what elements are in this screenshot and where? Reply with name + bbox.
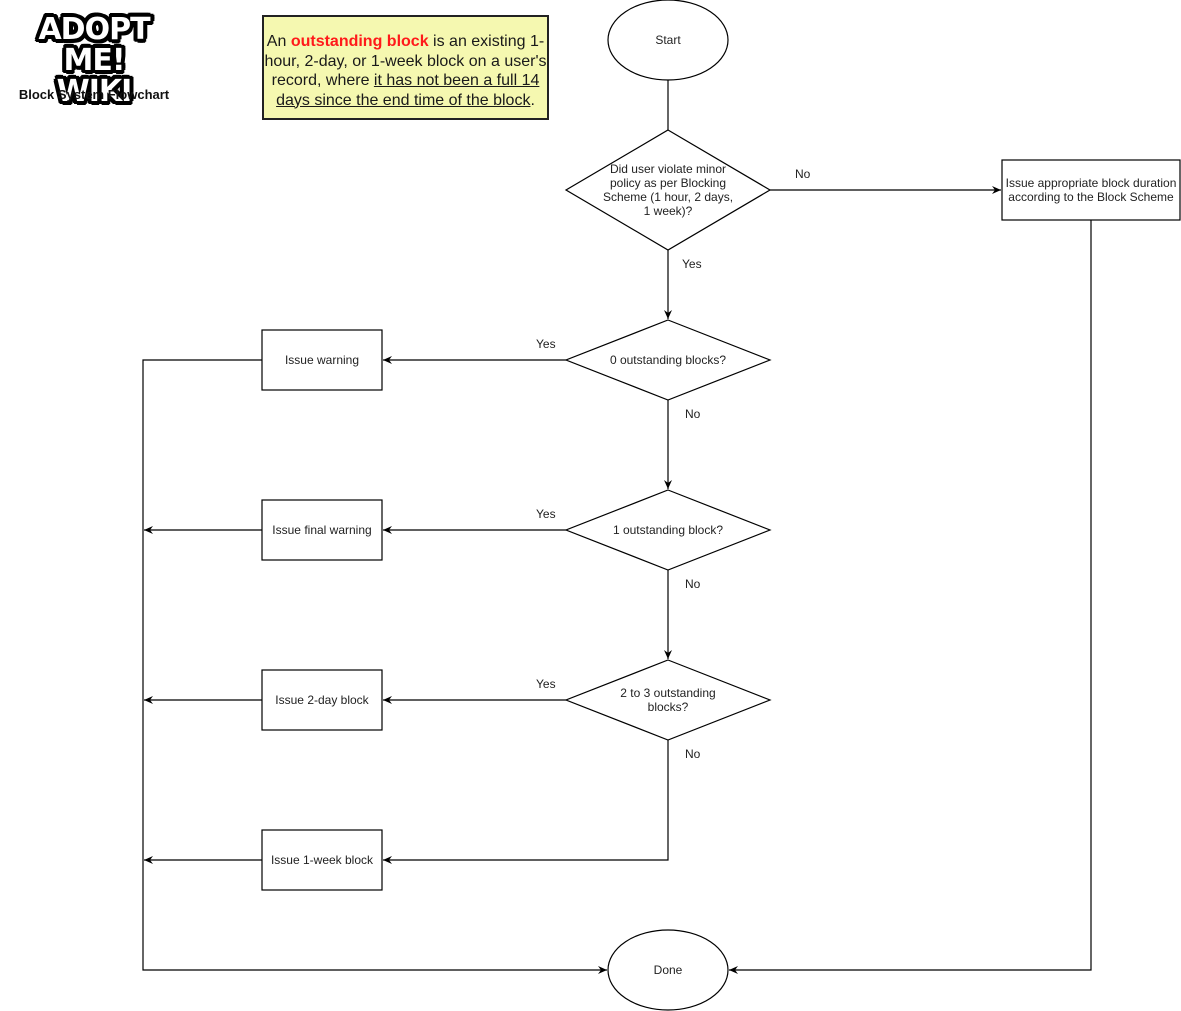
issue-2day-block-label: Issue 2-day block [275,693,369,707]
flowchart-canvas [142,0,1181,1011]
edge-label-zero-yes: Yes [536,337,556,351]
issue-1week-block-label: Issue 1-week block [270,853,374,867]
issue-appropriate-label: Issue appropriate block duration accordi… [1005,176,1177,204]
decision-1-block-label: 1 outstanding block? [612,523,724,537]
decision-2-3-blocks-label: 2 to 3 outstanding blocks? [620,686,716,714]
edge-label-one-no: No [685,577,701,591]
decision-minor-policy-label: Did user violate minor policy as per Blo… [602,162,734,218]
edge-label-zero-no: No [685,407,701,421]
edge-label-one-yes: Yes [536,507,556,521]
edge-two-three-no [383,740,669,864]
issue-final-warning-label: Issue final warning [272,523,372,537]
edge-label-minor-no: No [795,167,811,181]
definition-note: An outstanding block is an existing 1-ho… [262,15,549,120]
note-prefix: An [266,33,291,50]
diagram-title: Block System Flowchart [18,87,170,102]
issue-warning-label: Issue warning [284,353,360,367]
logo-line-1: ADOPT ME! [38,12,150,78]
edge-appropriate-to-done [729,220,1092,974]
note-highlight: outstanding block [290,33,429,50]
edge-label-two-three-no: No [685,747,701,761]
edge-label-minor-yes: Yes [682,257,702,271]
decision-0-blocks-label: 0 outstanding blocks? [609,353,727,367]
note-suffix: . [530,91,535,109]
start-label: Start [655,33,681,47]
edge-label-two-three-yes: Yes [536,677,556,691]
done-label: Done [653,963,683,977]
